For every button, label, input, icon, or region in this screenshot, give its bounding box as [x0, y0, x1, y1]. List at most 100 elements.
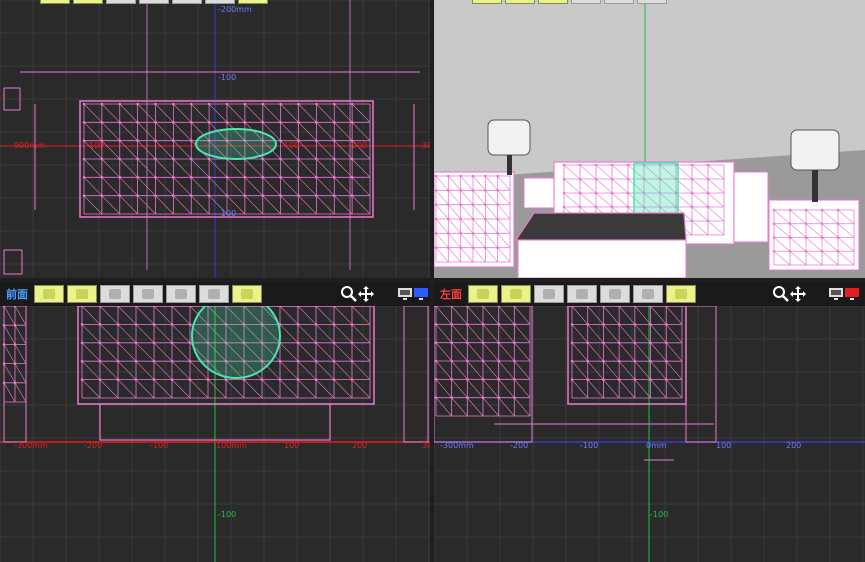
mesh-edge [666, 342, 683, 362]
pan-icon[interactable] [789, 285, 807, 303]
monitor-icon[interactable] [397, 286, 429, 302]
mesh-vertex [98, 359, 102, 363]
toolbar-button-5[interactable] [166, 285, 196, 303]
mesh-vertex [459, 189, 462, 192]
mesh-edge [467, 324, 484, 343]
toolbar-button[interactable] [40, 0, 70, 4]
toolbar-button-4[interactable] [133, 285, 163, 303]
front-view-canvas[interactable]: -300mm -200 -100 100mm 100 200 300 -100 [0, 306, 430, 562]
mesh-vertex [350, 378, 354, 381]
mesh-vertex [578, 191, 582, 195]
toolbar-button-4[interactable] [567, 285, 597, 303]
mesh-vertex [562, 191, 566, 195]
mesh-edge [315, 342, 335, 362]
ruler-label: -200mm [218, 5, 252, 14]
mesh-vertex [136, 139, 139, 142]
toolbar-button[interactable] [238, 0, 268, 4]
mesh-vertex [484, 189, 487, 192]
toolbar-button-7[interactable] [666, 285, 696, 303]
mesh-edge [498, 397, 515, 417]
mesh-vertex [279, 121, 282, 124]
mesh-vertex [447, 232, 450, 235]
toolbar-button-3[interactable] [100, 285, 130, 303]
mesh-vertex [450, 341, 453, 344]
mesh-edge [81, 342, 101, 362]
mesh-vertex [80, 341, 84, 345]
left-view-label[interactable]: 左面 [434, 286, 468, 302]
ruler-label: 200 [352, 441, 367, 450]
mesh-vertex [706, 177, 710, 181]
toolbar-button-2[interactable] [501, 285, 531, 303]
toolbar-button[interactable] [505, 0, 535, 4]
mesh-edge [333, 379, 353, 399]
toolbar-button[interactable] [172, 0, 202, 4]
toolbar-button-6[interactable] [633, 285, 663, 303]
mesh-vertex [434, 323, 438, 326]
toolbar-button-2[interactable] [67, 285, 97, 303]
mesh-vertex [772, 249, 776, 253]
mesh-edge [117, 379, 137, 399]
mesh-edge [587, 361, 604, 380]
viewport-top[interactable]: -200mm -100 -100 900mm -100 100 200 300 [0, 0, 430, 278]
ruler-label: 900mm [14, 141, 45, 150]
mesh-vertex [459, 217, 462, 221]
mesh-vertex [626, 205, 630, 209]
toolbar-button[interactable] [604, 0, 634, 4]
mesh-vertex [586, 323, 590, 326]
toolbar-button-1[interactable] [468, 285, 498, 303]
toolbar-button-6[interactable] [199, 285, 229, 303]
toolbar-button-5[interactable] [600, 285, 630, 303]
toolbar-button[interactable] [538, 0, 568, 4]
mesh-vertex [225, 176, 229, 179]
front-view-label[interactable]: 前面 [0, 286, 34, 302]
mesh-vertex [98, 378, 102, 381]
zoom-icon[interactable] [772, 285, 790, 303]
mesh-edge [351, 342, 371, 362]
mesh-vertex [154, 176, 157, 179]
mesh-vertex [332, 139, 336, 142]
mesh-vertex [314, 341, 318, 345]
monitor-icon[interactable] [828, 286, 860, 302]
selected-cushion [195, 128, 277, 160]
ruler-label: -200 [510, 441, 528, 450]
top-view-canvas[interactable]: -200mm -100 -100 900mm -100 100 200 300 [0, 0, 430, 278]
coffee-table-base [517, 239, 687, 278]
toolbar-button[interactable] [637, 0, 667, 4]
viewport-front[interactable]: -300mm -200 -100 100mm 100 200 300 -100 [0, 306, 430, 562]
mesh-edge [135, 324, 155, 344]
toolbar-button-7[interactable] [232, 285, 262, 303]
left-view-canvas[interactable]: -300mm -200 -100 0mm 100 200 -100 [434, 306, 865, 562]
mesh-vertex [570, 323, 574, 326]
ruler-label: -100 [218, 73, 236, 82]
mesh-edge [191, 103, 210, 123]
mesh-edge [467, 397, 484, 417]
mesh-vertex [350, 341, 354, 345]
mesh-vertex [296, 341, 300, 345]
toolbar-button[interactable] [472, 0, 502, 4]
toolbar-button-1[interactable] [34, 285, 64, 303]
toolbar-button[interactable] [139, 0, 169, 4]
toolbar-button[interactable] [73, 0, 103, 4]
mesh-vertex [664, 378, 668, 381]
mesh-vertex [189, 139, 193, 142]
mesh-vertex [13, 343, 17, 346]
viewport-left[interactable]: -300mm -200 -100 0mm 100 200 -100 [434, 306, 865, 562]
viewport-perspective[interactable] [434, 0, 865, 278]
mesh-edge [482, 379, 499, 398]
toolbar-button[interactable] [571, 0, 601, 4]
mesh-vertex [297, 121, 300, 124]
toolbar-button[interactable] [205, 0, 235, 4]
pan-icon[interactable] [357, 285, 375, 303]
mesh-vertex [610, 191, 614, 195]
mesh-edge [451, 379, 468, 398]
toolbar-button[interactable] [106, 0, 136, 4]
zoom-icon[interactable] [340, 285, 358, 303]
mesh-edge [451, 397, 468, 417]
toolbar-button-3[interactable] [534, 285, 564, 303]
mesh-edge [298, 103, 317, 123]
mesh-edge [666, 324, 683, 343]
mesh-edge [571, 361, 588, 380]
mesh-edge [498, 324, 515, 343]
mesh-edge [135, 306, 155, 325]
perspective-canvas[interactable] [434, 0, 865, 278]
